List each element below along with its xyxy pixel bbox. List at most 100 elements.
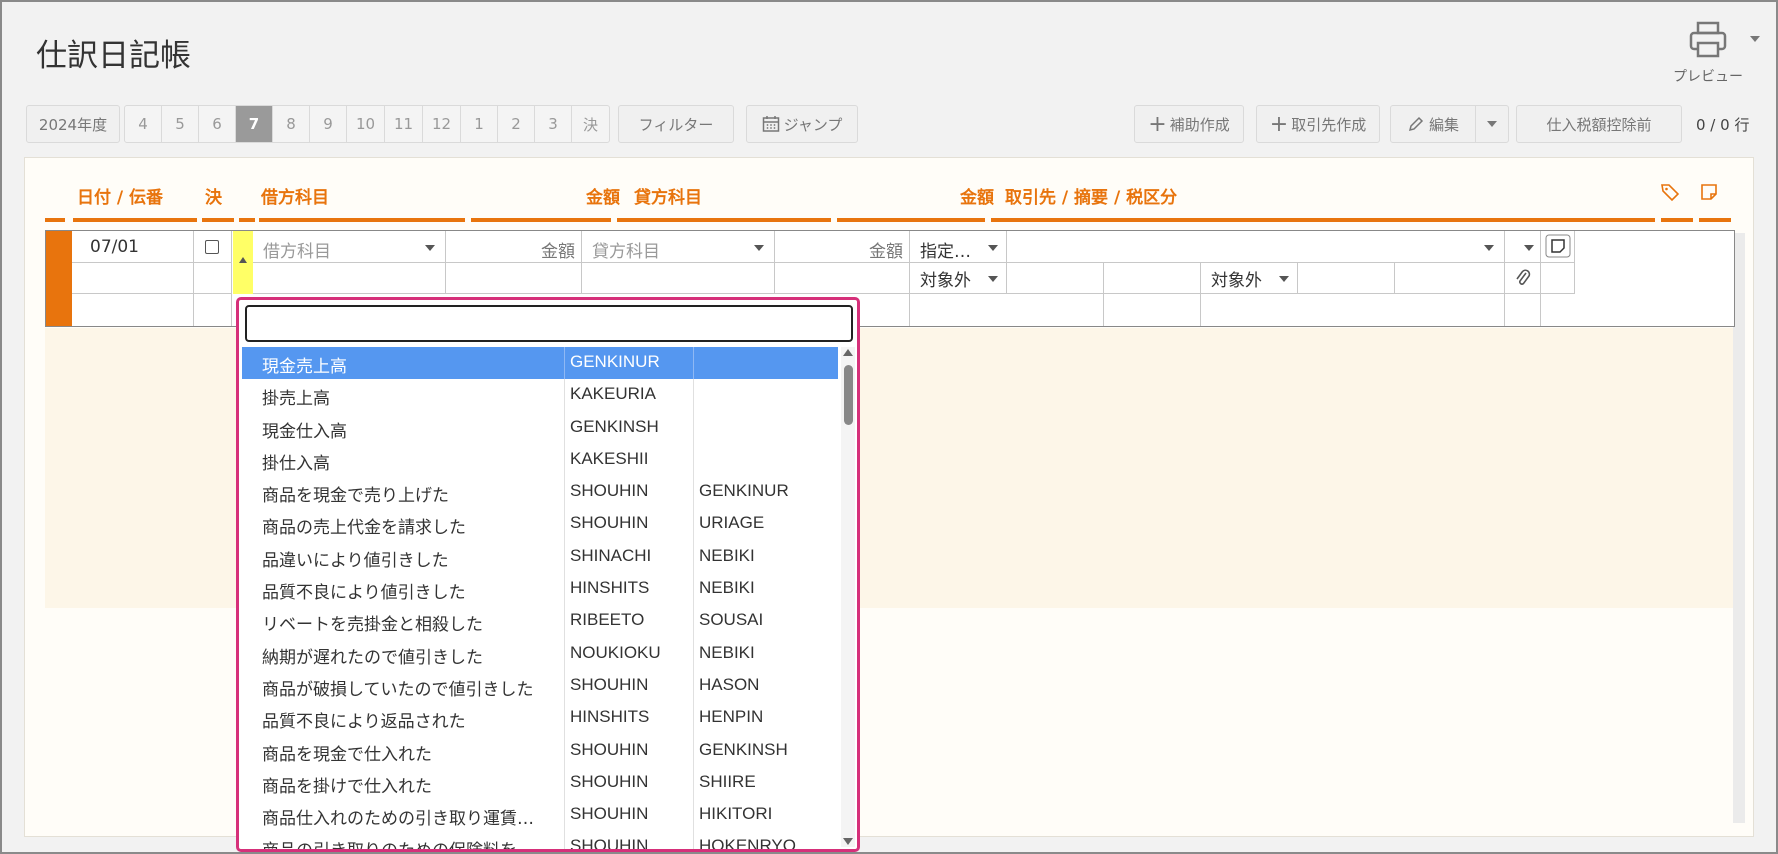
dropdown-option[interactable]: 掛売上高 KAKEURIA xyxy=(242,379,838,412)
header-debit-amount: 金額 xyxy=(586,188,620,208)
option-code: HINSHITS xyxy=(570,578,650,598)
month-tab[interactable]: 2 xyxy=(498,106,535,142)
memo-icon[interactable] xyxy=(1699,182,1719,202)
month-tab[interactable]: 12 xyxy=(423,106,461,142)
tax-cell[interactable] xyxy=(1007,263,1104,294)
edit-menu-button[interactable] xyxy=(1475,105,1509,143)
chevron-down-icon[interactable] xyxy=(843,838,853,845)
dropdown-scrollbar[interactable] xyxy=(841,347,855,847)
month-tab[interactable]: 7 xyxy=(236,106,273,142)
attachment-cell[interactable] xyxy=(1505,263,1541,294)
dropdown-option[interactable]: 納期が遅れたので値引きした NOUKIOKU NEBIKI xyxy=(242,637,838,670)
date-value: 07/01 xyxy=(90,237,139,257)
dropdown-option[interactable]: 品質不良により返品された HINSHITS HENPIN xyxy=(242,702,838,735)
edit-button[interactable]: 編集 xyxy=(1390,105,1476,143)
month-tab[interactable]: 9 xyxy=(310,106,347,142)
month-tab[interactable]: 決 xyxy=(572,106,609,142)
page-title: 仕訳日記帳 xyxy=(36,38,191,74)
dropdown-option[interactable]: 現金仕入高 GENKINSH xyxy=(242,411,838,444)
header-underline xyxy=(73,218,197,222)
add-partner-button[interactable]: + 取引先作成 xyxy=(1256,105,1380,143)
debit-amount-input[interactable]: 金額 xyxy=(446,231,582,263)
tax-select-1[interactable]: 対象外 xyxy=(910,263,1007,294)
column-divider xyxy=(693,573,694,606)
chevron-down-icon[interactable] xyxy=(1750,36,1760,42)
tag-icon[interactable] xyxy=(1660,182,1680,202)
dropdown-option[interactable]: 品質不良により値引きした HINSHITS NEBIKI xyxy=(242,573,838,606)
dropdown-search-input[interactable] xyxy=(245,305,853,342)
dropdown-option[interactable]: 掛仕入高 KAKESHII xyxy=(242,443,838,477)
memo-icon xyxy=(1545,234,1571,258)
tax-select-2[interactable]: 対象外 xyxy=(1201,263,1298,294)
month-tab[interactable]: 3 xyxy=(535,106,572,142)
closing-checkbox[interactable] xyxy=(205,240,219,254)
option-code: SHOUHIN xyxy=(570,481,649,501)
partner-select[interactable]: 指定… xyxy=(910,231,1007,263)
option-code-2: NEBIKI xyxy=(699,578,755,598)
option-name: 商品を掛けで仕入れた xyxy=(262,776,432,797)
scrollbar-thumb[interactable] xyxy=(844,365,853,425)
credit-amount-input[interactable]: 金額 xyxy=(775,231,910,263)
month-tab[interactable]: 4 xyxy=(125,106,162,142)
add-aux-button[interactable]: + 補助作成 xyxy=(1134,105,1244,143)
fiscal-year-button[interactable]: 2024年度 xyxy=(26,105,120,143)
debit-sub-cell[interactable] xyxy=(253,263,446,294)
header-underline xyxy=(617,218,831,222)
option-code: SHOUHIN xyxy=(570,739,649,759)
tax-cell[interactable] xyxy=(1395,263,1505,294)
dropdown-option[interactable]: 現金売上高 GENKINUR xyxy=(242,347,838,380)
printer-icon xyxy=(1689,21,1727,58)
dropdown-option[interactable]: 商品を現金で仕入れた SHOUHIN GENKINSH xyxy=(242,734,838,767)
filter-button[interactable]: フィルター xyxy=(618,105,734,143)
column-divider xyxy=(564,443,565,477)
dropdown-option[interactable]: 商品の引き取りのための保険料を… SHOUHIN HOKENRYO xyxy=(242,831,838,849)
chevron-up-icon[interactable] xyxy=(843,349,853,356)
column-divider xyxy=(693,734,694,767)
option-code: SHOUHIN xyxy=(570,513,649,533)
header-credit-account: 貸方科目 xyxy=(634,188,702,208)
credit-amount-sub-cell[interactable] xyxy=(775,263,910,294)
month-tab[interactable]: 6 xyxy=(199,106,236,142)
option-name: 掛売上高 xyxy=(262,389,330,410)
column-divider xyxy=(564,573,565,606)
dropdown-option[interactable]: 商品を掛けで仕入れた SHOUHIN SHIIRE xyxy=(242,766,838,800)
month-tab[interactable]: 8 xyxy=(273,106,310,142)
plus-icon: + xyxy=(1148,111,1167,137)
header-underline xyxy=(202,218,234,222)
preview-button[interactable]: プレビュー xyxy=(1662,18,1762,88)
memo-button-cell[interactable] xyxy=(1541,231,1575,263)
voucher-cell[interactable] xyxy=(72,263,194,294)
paperclip-icon xyxy=(1516,269,1531,285)
dropdown-option[interactable]: 商品仕入れのための引き取り運賃… SHOUHIN HIKITORI xyxy=(242,799,838,832)
debit-amount-sub-cell[interactable] xyxy=(446,263,582,294)
credit-account-select[interactable]: 貸方科目 xyxy=(582,231,775,263)
extra-select[interactable] xyxy=(1505,231,1541,263)
credit-sub-cell[interactable] xyxy=(582,263,775,294)
dropdown-option[interactable]: リベートを売掛金と相殺した RIBEETO SOUSAI xyxy=(242,605,838,638)
header-underline xyxy=(239,218,255,222)
option-name: 品質不良により値引きした xyxy=(262,583,466,604)
credit-amount-placeholder: 金額 xyxy=(869,242,903,262)
debit-account-select[interactable]: 借方科目 xyxy=(253,231,446,263)
month-tab[interactable]: 1 xyxy=(461,106,498,142)
dropdown-option[interactable]: 品違いにより値引きした SHINACHI NEBIKI xyxy=(242,540,838,574)
dropdown-option[interactable]: 商品を現金で売り上げた SHOUHIN GENKINUR xyxy=(242,476,838,509)
tax-cell[interactable] xyxy=(1104,263,1201,294)
dropdown-option[interactable]: 商品が破損していたので値引きした SHOUHIN HASON xyxy=(242,669,838,703)
month-tab[interactable]: 11 xyxy=(385,106,423,142)
tax-cell[interactable] xyxy=(1298,263,1395,294)
tax-mode-button[interactable]: 仕入税額控除前 xyxy=(1516,105,1682,143)
expand-toggle[interactable] xyxy=(233,231,253,294)
column-divider xyxy=(693,799,694,832)
option-code-2: NEBIKI xyxy=(699,642,755,662)
column-divider xyxy=(564,637,565,670)
month-tab[interactable]: 10 xyxy=(347,106,385,142)
description-input[interactable] xyxy=(1007,231,1505,263)
option-name: 掛仕入高 xyxy=(262,453,330,474)
option-code: SHOUHIN xyxy=(570,674,649,694)
month-tab[interactable]: 5 xyxy=(162,106,199,142)
column-divider xyxy=(693,443,694,477)
jump-button[interactable]: ジャンプ xyxy=(746,105,858,143)
dropdown-option[interactable]: 商品の売上代金を請求した SHOUHIN URIAGE xyxy=(242,508,838,541)
date-input[interactable]: 07/01 xyxy=(72,231,194,263)
